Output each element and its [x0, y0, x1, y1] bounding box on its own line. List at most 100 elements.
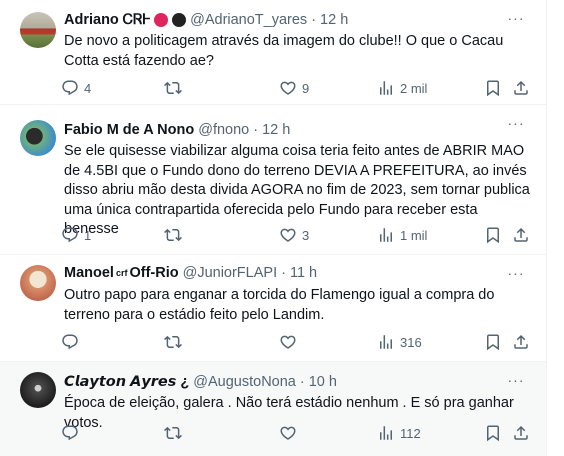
- bookmark-button[interactable]: [484, 332, 502, 352]
- action-bar: 112: [61, 423, 534, 443]
- retweet-icon: [164, 81, 182, 95]
- feed-border: [546, 0, 547, 456]
- views-chart-icon: [380, 335, 392, 349]
- separator-dot: ·: [253, 122, 259, 138]
- views-chart-icon: [380, 426, 392, 440]
- action-bar: 4 9 2 mil: [61, 78, 534, 98]
- bookmark-icon: [487, 425, 499, 442]
- retweet-icon: [164, 426, 182, 440]
- tweet[interactable]: Manoel crf Off-Rio @JuniorFLAPI · 11 h ·…: [0, 255, 546, 362]
- reply-button[interactable]: [61, 423, 84, 443]
- like-button[interactable]: [279, 423, 302, 443]
- timestamp[interactable]: 12 h: [320, 12, 348, 28]
- retweet-icon: [164, 228, 182, 242]
- reply-icon: [62, 227, 78, 243]
- more-options-icon[interactable]: ···: [506, 115, 526, 135]
- share-button[interactable]: [512, 332, 530, 352]
- bookmark-icon: [487, 80, 499, 97]
- heart-icon: [280, 228, 296, 242]
- heart-icon: [280, 426, 296, 440]
- tweet[interactable]: Fabio M de A Nono @fnono · 12 h ··· Se e…: [0, 105, 546, 255]
- share-icon: [514, 80, 528, 95]
- display-name[interactable]: Fabio M de A Nono: [64, 122, 194, 138]
- handle[interactable]: @AdrianoT_yares: [190, 12, 307, 28]
- views-count: 112: [400, 425, 421, 441]
- views-button[interactable]: 1 mil: [377, 225, 427, 245]
- name-superscript: crf: [115, 268, 128, 278]
- reply-count: 1: [84, 227, 92, 243]
- tweet-text: Outro papo para enganar a torcida do Fla…: [64, 287, 495, 323]
- reply-button[interactable]: 1: [61, 225, 91, 245]
- like-count: 9: [302, 80, 310, 96]
- avatar[interactable]: [20, 372, 56, 408]
- like-button[interactable]: 9: [279, 78, 309, 98]
- share-button[interactable]: [512, 225, 530, 245]
- bookmark-button[interactable]: [484, 423, 502, 443]
- tweet[interactable]: 𝘾𝙡𝙖𝙮𝙩𝙤𝙣 𝘼𝙮𝙧𝙚𝙨 ¿ @AugustoNona · 10 h ··· …: [0, 362, 546, 456]
- tweet-header: Manoel crf Off-Rio @JuniorFLAPI · 11 h: [64, 263, 317, 283]
- handle[interactable]: @AugustoNona: [193, 374, 296, 390]
- like-count: 3: [302, 227, 310, 243]
- display-name[interactable]: 𝘾𝙡𝙖𝙮𝙩𝙤𝙣 𝘼𝙮𝙧𝙚𝙨 ¿: [64, 374, 189, 390]
- retweet-button[interactable]: [164, 225, 187, 245]
- separator-dot: ·: [281, 265, 286, 281]
- reply-button[interactable]: 4: [61, 78, 91, 98]
- heart-icon: [280, 81, 296, 95]
- retweet-icon: [164, 335, 182, 349]
- share-icon: [514, 425, 528, 440]
- avatar[interactable]: [20, 120, 56, 156]
- more-options-icon[interactable]: ···: [506, 372, 526, 392]
- handle[interactable]: @JuniorFLAPI: [183, 265, 278, 281]
- reply-feed: Adriano ᏟᏒᎰ @AdrianoT_yares · 12 h ··· D…: [0, 0, 564, 456]
- views-count: 2 mil: [400, 80, 428, 96]
- share-icon: [514, 334, 528, 349]
- bookmark-button[interactable]: [484, 225, 502, 245]
- separator-dot: ·: [311, 12, 317, 28]
- tweet-header: Adriano ᏟᏒᎰ @AdrianoT_yares · 12 h: [64, 10, 348, 30]
- views-button[interactable]: 112: [377, 423, 421, 443]
- action-bar: 316: [61, 332, 534, 352]
- more-options-icon[interactable]: ···: [506, 10, 526, 30]
- red-circle-emoji-icon: [154, 13, 169, 27]
- views-button[interactable]: 316: [377, 332, 422, 352]
- avatar[interactable]: [20, 12, 56, 48]
- views-button[interactable]: 2 mil: [377, 78, 427, 98]
- reply-icon: [62, 425, 78, 441]
- tweet[interactable]: Adriano ᏟᏒᎰ @AdrianoT_yares · 12 h ··· D…: [0, 0, 546, 105]
- views-chart-icon: [380, 81, 392, 95]
- tweet-header: 𝘾𝙡𝙖𝙮𝙩𝙤𝙣 𝘼𝙮𝙧𝙚𝙨 ¿ @AugustoNona · 10 h: [64, 372, 337, 392]
- action-bar: 1 3 1 mil: [61, 225, 534, 245]
- reply-icon: [62, 80, 78, 96]
- reply-icon: [62, 334, 78, 350]
- more-options-icon[interactable]: ···: [506, 265, 526, 285]
- share-button[interactable]: [512, 78, 530, 98]
- display-name[interactable]: Manoel: [64, 265, 114, 281]
- avatar[interactable]: [20, 265, 56, 301]
- like-button[interactable]: [279, 332, 302, 352]
- like-button[interactable]: 3: [279, 225, 309, 245]
- bookmark-button[interactable]: [484, 78, 502, 98]
- bookmark-icon: [487, 227, 499, 244]
- reply-count: 4: [84, 80, 92, 96]
- share-icon: [514, 227, 528, 242]
- display-name-suffix[interactable]: Off-Rio: [129, 265, 178, 281]
- reply-button[interactable]: [61, 332, 84, 352]
- handle[interactable]: @fnono: [198, 122, 249, 138]
- share-button[interactable]: [512, 423, 530, 443]
- views-chart-icon: [380, 228, 392, 242]
- tweet-text: De novo a politicagem através da imagem …: [64, 33, 504, 69]
- heart-icon: [280, 335, 296, 349]
- tweet-header: Fabio M de A Nono @fnono · 12 h: [64, 120, 290, 140]
- timestamp[interactable]: 10 h: [309, 374, 337, 390]
- separator-dot: ·: [299, 374, 305, 390]
- retweet-button[interactable]: [164, 78, 187, 98]
- bookmark-icon: [487, 334, 499, 351]
- black-circle-emoji-icon: [172, 13, 187, 27]
- timestamp[interactable]: 11 h: [290, 265, 317, 281]
- views-count: 316: [400, 334, 422, 350]
- display-name[interactable]: Adriano ᏟᏒᎰ: [64, 12, 150, 28]
- retweet-button[interactable]: [164, 332, 187, 352]
- timestamp[interactable]: 12 h: [262, 122, 290, 138]
- retweet-button[interactable]: [164, 423, 187, 443]
- views-count: 1 mil: [400, 227, 428, 243]
